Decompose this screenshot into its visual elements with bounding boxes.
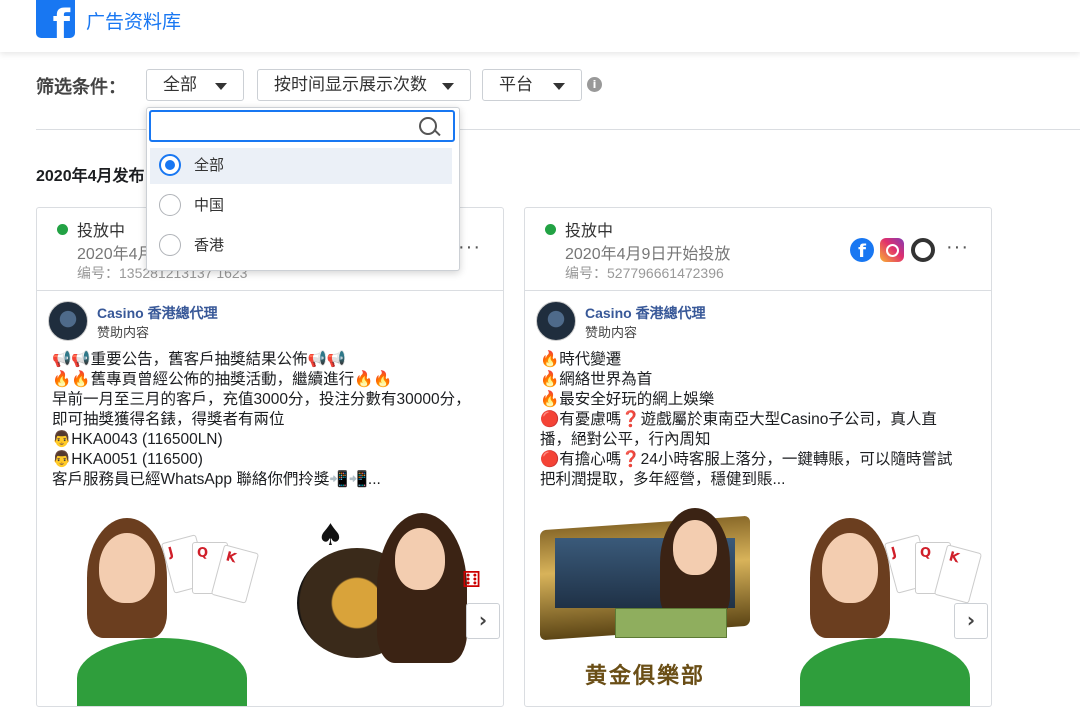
region-dropdown-panel: 全部 中国 香港 [146, 107, 460, 271]
facebook-logo-icon[interactable]: f [36, 0, 75, 38]
table-shape [800, 638, 970, 706]
ad-body-line: 播，絕對公平，行內周知 [540, 431, 711, 448]
ad-body-line: 即可抽獎獲得名錶，得獎者有兩位 [52, 411, 285, 428]
ad-card: 投放中 2020年4月9日开始投放 编号：527796661472396 f ·… [524, 207, 992, 707]
ad-body-line: 🔥最安全好玩的網上娛樂 [540, 391, 715, 408]
carousel-next-button[interactable]: › [466, 603, 500, 639]
spade-icon: ♠ [317, 518, 344, 553]
top-bar: f 广告资料库 [0, 0, 1080, 52]
facebook-icon: f [850, 238, 874, 262]
app-title[interactable]: 广告资料库 [86, 7, 181, 34]
face-shape [673, 520, 717, 575]
ad-body-line: 早前一月至三月的客戶，充值3000分，投注分數有30000分， [52, 391, 471, 408]
radio-icon[interactable] [159, 234, 181, 256]
face-shape [822, 533, 878, 603]
radio-icon[interactable] [159, 194, 181, 216]
caret-down-icon [442, 83, 454, 90]
ad-image[interactable]: J Q K [47, 508, 277, 706]
advertiser-name[interactable]: Casino 香港總代理 [585, 303, 706, 323]
region-option-label: 全部 [194, 157, 225, 174]
ad-body-line: 🔥網絡世界為首 [540, 371, 653, 388]
filter-label: 筛选条件： [36, 77, 126, 97]
region-search-input[interactable] [149, 110, 455, 142]
image-caption: 黄金俱樂部 [585, 663, 706, 689]
dice-icon: ⚅ [462, 568, 482, 593]
search-icon [419, 117, 437, 135]
ad-status: 投放中 [77, 223, 126, 240]
ad-body-line: 🔴有憂慮嗎❓遊戲屬於東南亞大型Casino子公司，真人直 [540, 411, 937, 428]
ad-body: 🔥時代變遷 🔥網絡世界為首 🔥最安全好玩的網上娛樂 🔴有憂慮嗎❓遊戲屬於東南亞大… [540, 350, 985, 490]
info-icon[interactable]: i [587, 77, 602, 92]
instagram-icon [880, 238, 904, 262]
ad-body-line: 📢📢重要公告，舊客戶抽獎結果公佈📢📢 [52, 351, 347, 368]
region-option-all[interactable]: 全部 [150, 148, 452, 184]
ad-status: 投放中 [565, 223, 614, 240]
caret-down-icon [553, 83, 565, 90]
active-status-dot-icon [57, 224, 68, 235]
radio-selected-icon[interactable] [159, 154, 181, 176]
table-shape [77, 638, 247, 706]
more-options-icon[interactable]: ··· [458, 236, 481, 259]
ad-id: 编号：527796661472396 [565, 265, 724, 281]
ad-image-carousel: J Q K ♠ ⚅ › [37, 508, 503, 706]
caret-down-icon [215, 83, 227, 90]
ad-body-line: 把利潤提取，多年經營，穩健到賬... [540, 471, 786, 488]
region-dropdown-label: 全部 [163, 75, 197, 94]
active-status-dot-icon [545, 224, 556, 235]
ad-body-line: 🔴有擔心嗎❓24小時客服上落分，一鍵轉賬，可以隨時嘗試 [540, 451, 953, 468]
money-stack-shape [615, 608, 727, 638]
divider [37, 290, 503, 291]
advertiser-name[interactable]: Casino 香港總代理 [97, 303, 218, 323]
region-option-label: 中国 [194, 197, 225, 214]
ad-start-date: 2020年4月 [77, 246, 154, 263]
ad-image[interactable]: 黄金俱樂部 [535, 508, 770, 706]
ad-body-line: 👨HKA0051 (116500) [52, 451, 203, 468]
date-heading: 2020年4月发布 [36, 168, 145, 185]
impressions-dropdown[interactable]: 按时间显示展示次数 [257, 69, 471, 101]
region-option-label: 香港 [194, 237, 225, 254]
region-option-china[interactable]: 中国 [150, 188, 452, 224]
ad-body-line: 🔥🔥舊專頁曾經公佈的抽獎活動，繼續進行🔥🔥 [52, 371, 393, 388]
face-shape [99, 533, 155, 603]
ad-card: 投放中 2020年4月 编号：135281213137 1623 ··· Cas… [36, 207, 504, 707]
carousel-next-button[interactable]: › [954, 603, 988, 639]
region-option-hongkong[interactable]: 香港 [150, 228, 452, 264]
ad-meta: 投放中 2020年4月9日开始投放 编号：527796661472396 f ·… [525, 208, 991, 290]
divider [525, 290, 991, 291]
advertiser-avatar[interactable] [48, 301, 88, 341]
audience-network-icon [911, 238, 935, 262]
more-options-icon[interactable]: ··· [946, 236, 969, 259]
ad-start-date: 2020年4月9日开始投放 [565, 246, 731, 263]
ad-body: 📢📢重要公告，舊客戶抽獎結果公佈📢📢 🔥🔥舊專頁曾經公佈的抽獎活動，繼續進行🔥🔥… [52, 350, 497, 490]
face-shape [395, 528, 445, 590]
sponsored-label: 赞助内容 [97, 325, 150, 340]
ad-body-line: 客戶服務員已經WhatsApp 聯絡你們拎獎📲📲... [52, 471, 381, 488]
platform-dropdown[interactable]: 平台 [482, 69, 582, 101]
ad-image-carousel: 黄金俱樂部 J Q K › [525, 508, 991, 706]
platform-dropdown-label: 平台 [499, 75, 533, 94]
region-dropdown[interactable]: 全部 [146, 69, 244, 101]
sponsored-label: 赞助内容 [585, 325, 638, 340]
advertiser-avatar[interactable] [536, 301, 576, 341]
impressions-dropdown-label: 按时间显示展示次数 [274, 75, 427, 94]
ad-body-line: 👨HKA0043 (116500LN) [52, 431, 223, 448]
ad-body-line: 🔥時代變遷 [540, 351, 622, 368]
